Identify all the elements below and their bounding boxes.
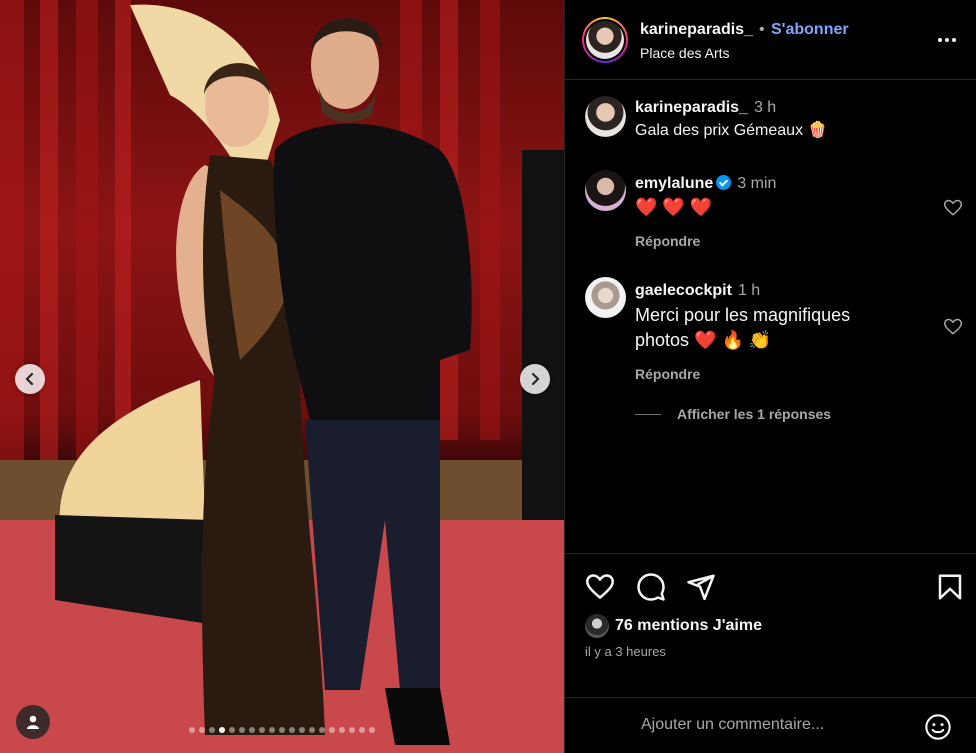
verified-badge-icon [716, 175, 732, 190]
username-text[interactable]: gaelecockpit [635, 282, 732, 299]
carousel-dot [339, 727, 345, 733]
carousel-next-button[interactable] [520, 364, 550, 394]
avatar[interactable] [585, 277, 626, 318]
comment-bubble-icon[interactable] [636, 572, 666, 602]
post-actions: 76 mentions J'aime il y a 3 heures [565, 553, 976, 753]
reply-button[interactable]: Répondre [635, 233, 700, 249]
follow-button[interactable]: S'abonner [771, 21, 849, 39]
likes-count[interactable]: 76 mentions J'aime [615, 617, 762, 635]
more-horizontal-icon [938, 38, 942, 42]
divider-line [635, 413, 661, 415]
avatar [585, 614, 609, 638]
story-ring[interactable] [582, 17, 628, 63]
post-location[interactable]: Place des Arts [640, 45, 730, 61]
chevron-left-icon [25, 372, 34, 386]
photo-scene [0, 0, 564, 753]
separator-dot: • [759, 21, 765, 38]
carousel-dot [279, 727, 285, 733]
caption-text: Gala des prix Gémeaux 🍿 [635, 122, 828, 139]
tagged-users-button[interactable] [16, 705, 50, 739]
post-header: karineparadis_ • S'abonner Place des Art… [565, 0, 976, 80]
heart-outline-icon[interactable] [943, 317, 963, 337]
username-text[interactable]: karineparadis_ [635, 99, 748, 116]
carousel-dot [369, 727, 375, 733]
comment-username[interactable]: gaelecockpit 1 h [635, 282, 760, 300]
carousel-dot [289, 727, 295, 733]
carousel-dot [229, 727, 235, 733]
post-side-panel: karineparadis_ • S'abonner Place des Art… [564, 0, 976, 753]
add-comment-bar [565, 697, 976, 753]
avatar-image [586, 21, 624, 59]
avatar[interactable] [585, 96, 626, 137]
post-photo[interactable] [0, 0, 564, 753]
post-timestamp[interactable]: il y a 3 heures [585, 644, 666, 659]
carousel-dot [209, 727, 215, 733]
share-send-icon[interactable] [686, 572, 716, 602]
avatar [584, 19, 626, 61]
comment-time: 1 h [737, 282, 761, 299]
carousel-dot [189, 727, 195, 733]
comment-text-line-1: Merci pour les magnifiques [635, 305, 851, 325]
emoji-icon[interactable] [924, 713, 952, 741]
view-replies-button[interactable]: Afficher les 1 réponses [635, 405, 831, 423]
bookmark-icon[interactable] [935, 572, 965, 602]
carousel-dots [0, 727, 564, 733]
avatar-image [585, 96, 626, 137]
carousel-dot [219, 727, 225, 733]
view-replies-label: Afficher les 1 réponses [677, 406, 832, 422]
carousel-dot [239, 727, 245, 733]
heart-outline-icon[interactable] [943, 198, 963, 218]
reply-button[interactable]: Répondre [635, 366, 700, 382]
carousel-dot [319, 727, 325, 733]
comment-username[interactable]: karineparadis_ 3 h [635, 99, 776, 117]
comment-text: ❤️ ❤️ ❤️ [635, 197, 713, 217]
carousel-dot [309, 727, 315, 733]
username-text[interactable]: emylalune [635, 175, 713, 192]
post-author-username[interactable]: karineparadis_ [640, 21, 753, 39]
carousel-dot [249, 727, 255, 733]
chevron-right-icon [531, 372, 540, 386]
carousel-dot [259, 727, 265, 733]
comment-time: 3 min [737, 175, 777, 192]
like-heart-icon[interactable] [585, 572, 615, 602]
carousel-prev-button[interactable] [15, 364, 45, 394]
likes-summary[interactable]: 76 mentions J'aime [585, 614, 762, 638]
carousel-dot [359, 727, 365, 733]
comment-time: 3 h [753, 99, 777, 116]
carousel-dot [329, 727, 335, 733]
more-dot [952, 38, 956, 42]
comment-input[interactable] [641, 716, 901, 734]
more-options-button[interactable] [935, 30, 959, 50]
carousel-dot [269, 727, 275, 733]
avatar[interactable] [585, 170, 626, 211]
more-dot [945, 38, 949, 42]
comment-username[interactable]: emylalune 3 min [635, 175, 776, 193]
carousel-dot [299, 727, 305, 733]
carousel-dot [199, 727, 205, 733]
carousel-dot [349, 727, 355, 733]
comment-text-line-2: photos ❤️ 🔥 👏 [635, 330, 772, 350]
